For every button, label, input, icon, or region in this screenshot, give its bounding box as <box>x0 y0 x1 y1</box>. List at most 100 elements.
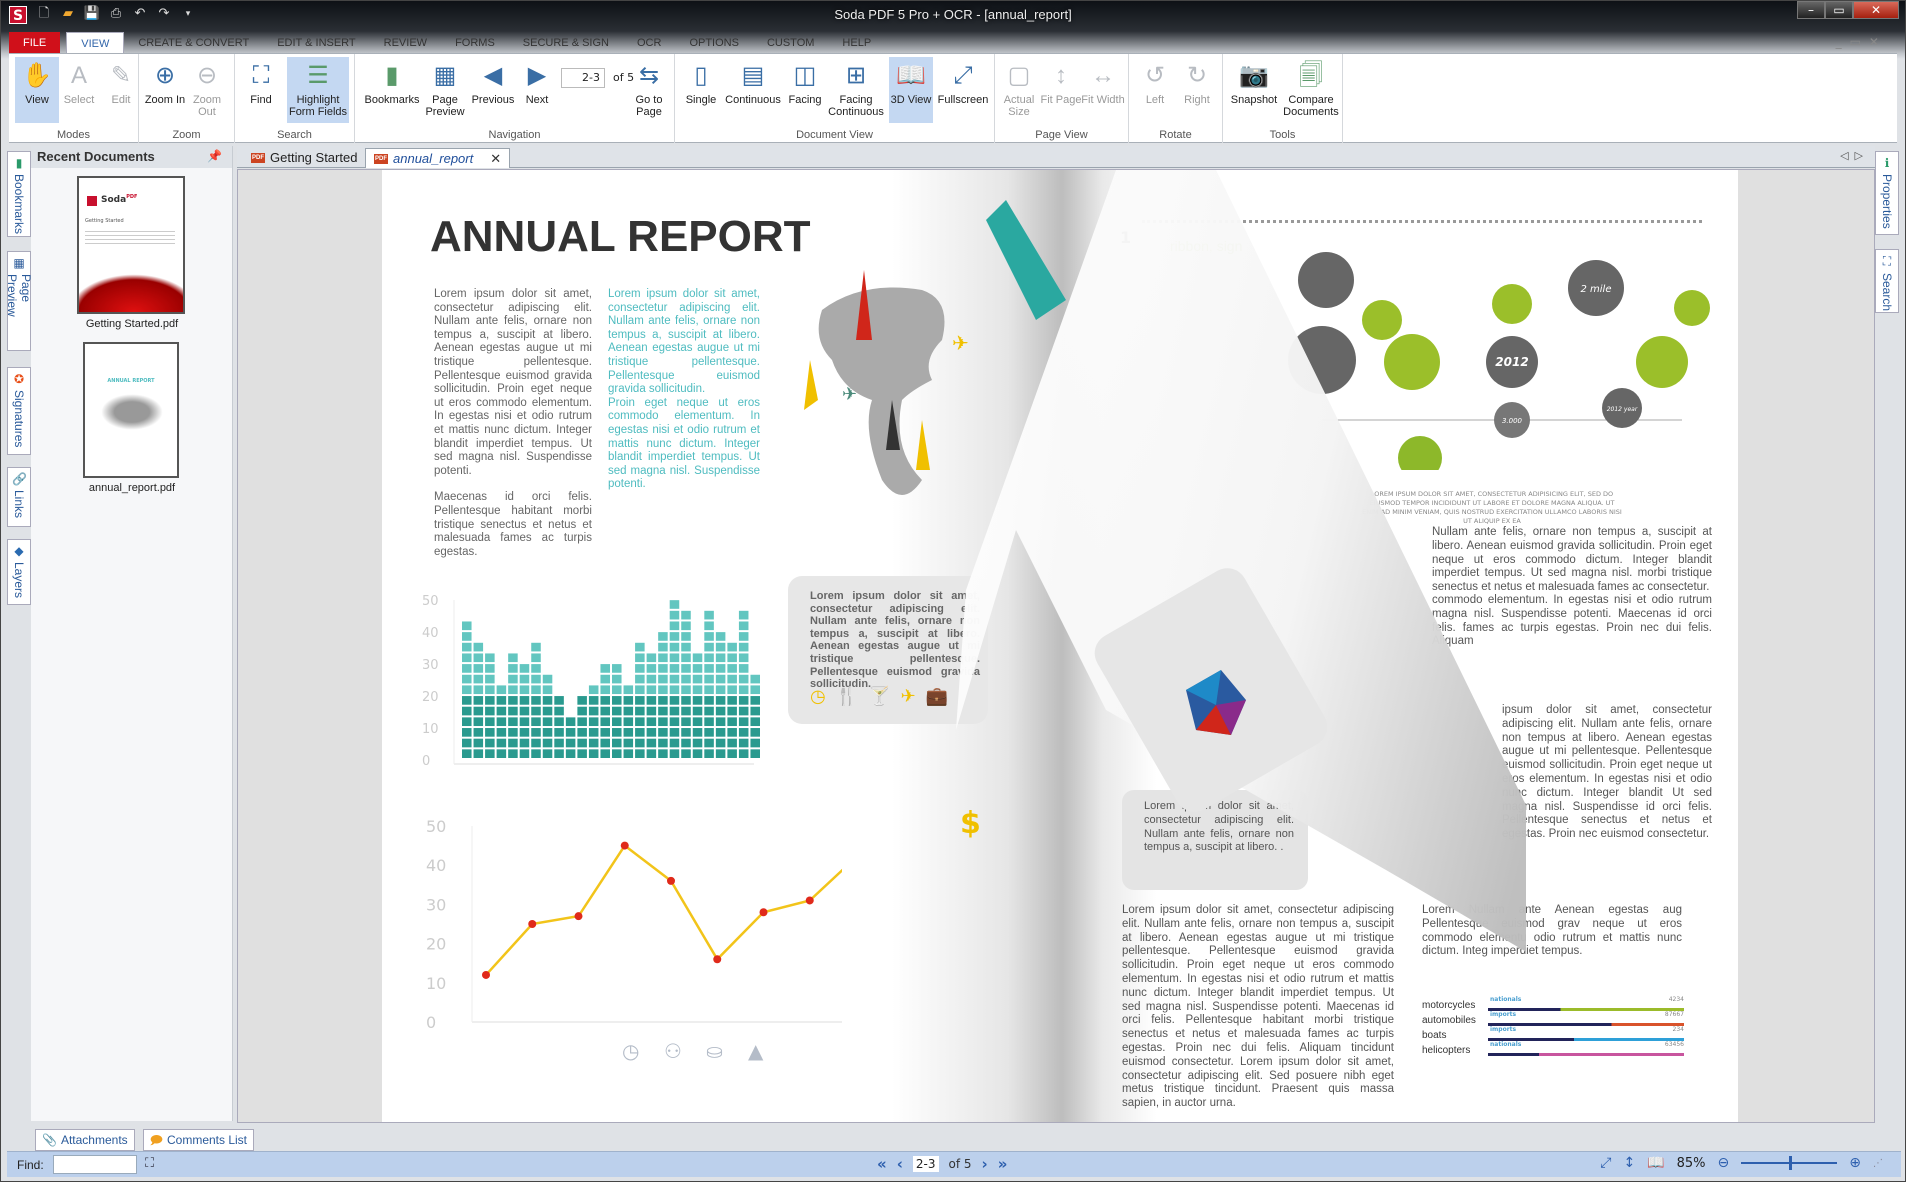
recent-thumb-annual-report[interactable]: ANNUAL REPORT <box>83 342 179 478</box>
fullscreen-icon[interactable]: ⤢ <box>1600 1155 1611 1171</box>
document-viewer[interactable]: ANNUAL REPORT Lorem ipsum dolor sit amet… <box>237 169 1875 1123</box>
zoom-out-button[interactable]: ⊖ Zoom Out <box>185 57 229 123</box>
bar-block <box>658 696 668 705</box>
single-view-button[interactable]: ▯ Single <box>679 57 723 123</box>
go-to-page-button[interactable]: ⇆ Go to Page <box>627 57 671 123</box>
zoom-out-icon[interactable]: ⊖ <box>1718 1155 1730 1171</box>
tab-links[interactable]: 🔗 Links <box>7 467 31 527</box>
facing-view-button[interactable]: ◫ Facing <box>783 57 827 123</box>
previous-button[interactable]: ◀ Previous <box>469 57 517 123</box>
continuous-view-button[interactable]: ▤ Continuous <box>723 57 783 123</box>
binoculars-icon[interactable]: ⛶ <box>145 1156 154 1171</box>
mdi-controls[interactable]: _▭✕ <box>1836 35 1887 49</box>
previous-page-icon[interactable]: ‹ <box>897 1155 903 1173</box>
close-button[interactable]: ✕ <box>1853 1 1899 19</box>
highlight-form-fields-button[interactable]: ☰ Highlight Form Fields <box>287 57 349 123</box>
fit-page-icon[interactable]: ↕ <box>1623 1155 1635 1171</box>
bar-block <box>727 664 737 673</box>
facing-continuous-button[interactable]: ⊞ Facing Continuous <box>827 57 885 123</box>
compare-documents-button[interactable]: 🗐 Compare Documents <box>1281 57 1341 123</box>
select-mode-button[interactable]: A Select <box>57 57 101 123</box>
bar-block <box>588 749 599 758</box>
fullscreen-button[interactable]: ⤢ Fullscreen <box>935 57 991 123</box>
find-button[interactable]: ⛶ Find <box>239 57 283 123</box>
bar-block <box>681 717 691 727</box>
tab-signatures[interactable]: ✪ Signatures <box>7 367 31 455</box>
edit-mode-button[interactable]: ✎ Edit <box>99 57 143 123</box>
bar-block <box>473 696 484 705</box>
tab-annual-report[interactable]: PDF annual_report ✕ <box>365 148 511 169</box>
recent-thumb-getting-started[interactable]: SodaPDF Getting Started <box>77 176 185 314</box>
stat-bar <box>1488 1008 1684 1011</box>
ribbon-tab-view[interactable]: VIEW <box>66 32 125 54</box>
close-tab-icon[interactable]: ✕ <box>490 149 501 169</box>
ribbon-tab-forms[interactable]: FORMS <box>441 32 509 54</box>
pin-icon[interactable]: 📌 <box>207 149 222 163</box>
bar-block <box>496 749 507 758</box>
bar-block <box>750 685 760 695</box>
actual-size-button[interactable]: ▢ Actual Size <box>997 57 1041 123</box>
stat-name: helicopters <box>1422 1045 1471 1056</box>
next-button[interactable]: ▶ Next <box>517 57 557 123</box>
tab-layers[interactable]: ◆ Layers <box>7 539 31 605</box>
ribbon-tab-options[interactable]: OPTIONS <box>675 32 753 54</box>
resize-grip-icon[interactable]: ⋰ <box>1873 1158 1883 1169</box>
bar-block <box>738 664 749 673</box>
ribbon-tab-review[interactable]: REVIEW <box>370 32 441 54</box>
ribbon-tab-help[interactable]: HELP <box>828 32 885 54</box>
bookmarks-button[interactable]: ▮ Bookmarks <box>363 57 421 123</box>
page-number-input[interactable]: 2-3 <box>561 68 605 88</box>
layers-icon: ◆ <box>14 544 24 558</box>
3d-view-button[interactable]: 📖 3D View <box>889 57 933 123</box>
bar-block <box>612 717 622 727</box>
paragraph: Lorem ipsum dolor sit amet, consectetur … <box>1122 904 1394 1110</box>
tab-comments-list[interactable]: 🗩 Comments List <box>142 1129 255 1151</box>
bar-block <box>658 664 668 673</box>
ribbon-tab-create-convert[interactable]: CREATE & CONVERT <box>124 32 263 54</box>
zoom-slider[interactable] <box>1741 1156 1838 1170</box>
ribbon-tab-custom[interactable]: CUSTOM <box>753 32 828 54</box>
tab-properties[interactable]: ℹ Properties <box>1875 151 1899 235</box>
view-mode-button[interactable]: ✋ View <box>15 57 59 123</box>
rotate-left-button[interactable]: ↺ Left <box>1133 57 1177 123</box>
rotate-right-button[interactable]: ↻ Right <box>1175 57 1219 123</box>
recent-item-label[interactable]: annual_report.pdf <box>31 482 233 494</box>
recent-item-label[interactable]: Getting Started.pdf <box>31 318 233 330</box>
title-bar: S 🗋 ▰ 💾 ⎙ ↶ ↷ ▾ Soda PDF 5 Pro + OCR - [… <box>1 1 1905 29</box>
zoom-in-icon[interactable]: ⊕ <box>1849 1155 1861 1171</box>
tab-search[interactable]: ⛶ Search <box>1875 249 1899 313</box>
fullscreen-icon: ⤢ <box>953 62 973 89</box>
ribbon-tab-file[interactable]: FILE <box>9 32 61 54</box>
bar-block <box>554 749 564 758</box>
find-input[interactable] <box>53 1155 137 1174</box>
signature-badge-icon: ✪ <box>13 372 25 386</box>
ribbon-tab-ocr[interactable]: OCR <box>623 32 675 54</box>
fit-width-button[interactable]: ↔ Fit Width <box>1081 57 1125 123</box>
minimize-button[interactable]: – <box>1797 1 1825 19</box>
tab-scroll-arrows[interactable]: ◁▷ <box>1840 149 1869 162</box>
zoom-in-button[interactable]: ⊕ Zoom In <box>143 57 187 123</box>
tab-attachments[interactable]: 📎 Attachments <box>35 1129 135 1151</box>
bar-block <box>531 685 541 695</box>
thumb-text-lines <box>85 228 175 246</box>
tab-page-preview[interactable]: ▦ Page Preview <box>5 251 33 351</box>
ribbon-tab-secure-sign[interactable]: SECURE & SIGN <box>509 32 623 54</box>
fit-page-button[interactable]: ↕ Fit Page <box>1039 57 1083 123</box>
maximize-button[interactable]: ▭ <box>1825 1 1853 19</box>
ribbon-tab-edit-insert[interactable]: EDIT & INSERT <box>263 32 369 54</box>
last-page-icon[interactable]: » <box>998 1155 1008 1173</box>
tab-getting-started[interactable]: PDF Getting Started <box>243 148 365 168</box>
zoom-slider-handle[interactable] <box>1789 1156 1793 1170</box>
page-number-input[interactable]: 2-3 <box>912 1156 939 1172</box>
snapshot-button[interactable]: 📷 Snapshot <box>1227 57 1281 123</box>
bar-block <box>681 653 691 663</box>
next-page-icon[interactable]: › <box>982 1155 988 1173</box>
tab-bookmarks[interactable]: ▮ Bookmarks <box>7 151 31 237</box>
info-icon: ℹ <box>1884 156 1890 170</box>
page-preview-button[interactable]: ▦ Page Preview <box>423 57 467 123</box>
bar-block <box>704 738 714 748</box>
bar-block <box>692 706 703 716</box>
first-page-icon[interactable]: « <box>877 1155 887 1173</box>
bar-block <box>704 664 714 673</box>
3d-book-icon[interactable]: 📖 <box>1647 1155 1664 1171</box>
